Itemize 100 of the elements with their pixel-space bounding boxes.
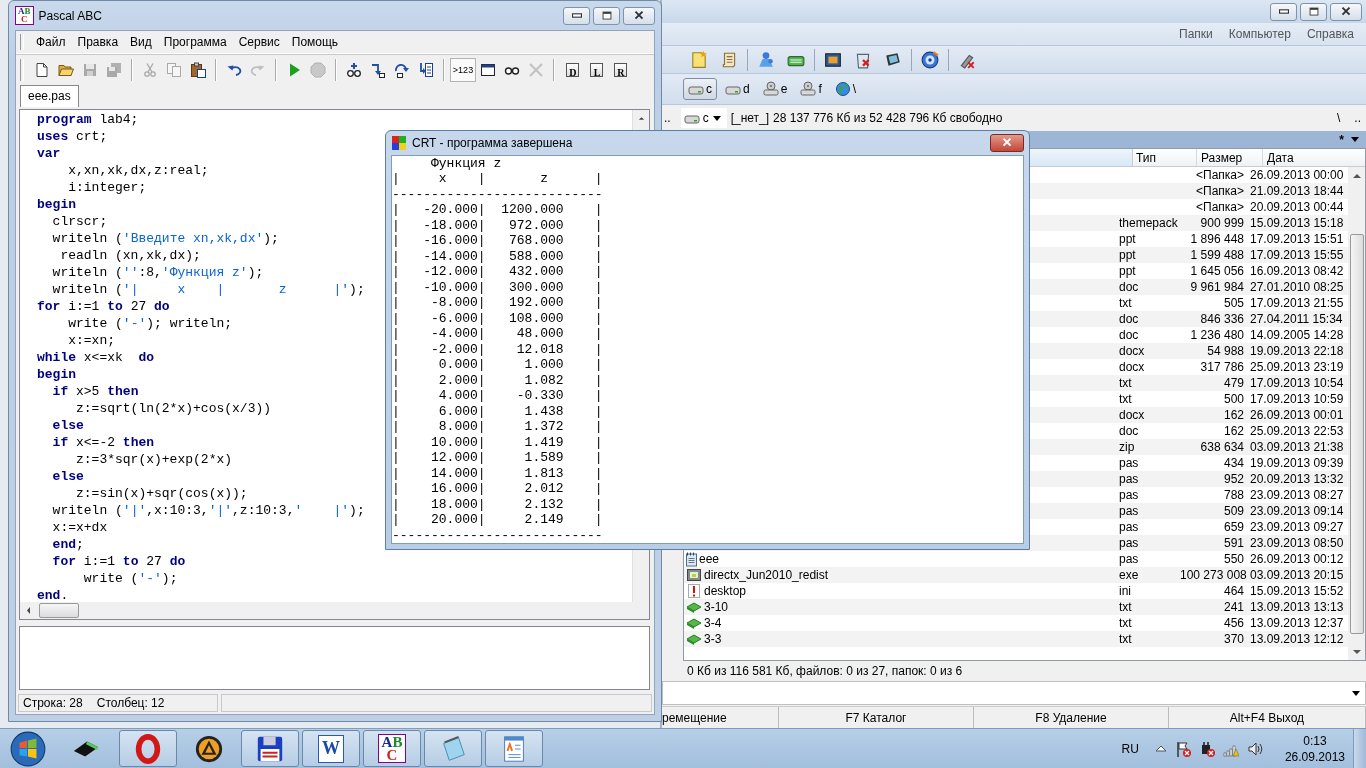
close-button[interactable] <box>990 133 1024 152</box>
table-cell-text: 25.09.2013 22:53 <box>1249 423 1345 439</box>
table-cell-text: 20.09.2013 00:44 <box>1249 199 1345 215</box>
table-cell-text: doc <box>1118 423 1140 439</box>
table-cell-text: 1 645 056 <box>1189 263 1245 279</box>
table-cell-text: 23.09.2013 09:14 <box>1249 503 1345 519</box>
code-line: writeln ('| x | z |'); <box>51 281 365 298</box>
table-cell-text: txt <box>1118 615 1133 631</box>
floppy-icon <box>82 62 98 78</box>
file-name: 3-3 <box>704 631 722 647</box>
parent-folder-button[interactable]: .. <box>664 111 671 125</box>
copy-icon <box>166 62 182 78</box>
caret-icon <box>1351 647 1362 656</box>
document-icon: W <box>318 734 344 763</box>
output-line: | -2.000| 12.018 | <box>392 341 603 357</box>
file-row[interactable]: desktop ini 464 15.09.2013 15:52 <box>684 583 1348 599</box>
maximize-button[interactable] <box>1300 2 1327 21</box>
table-cell-text: 13.09.2013 12:12 <box>1249 631 1345 647</box>
file-row[interactable]: directx_Jun2010_redist exe 100 273 008 03.09.2013 20:15 <box>684 567 1348 583</box>
exclamation-icon <box>686 583 702 599</box>
column-header[interactable]: Дата <box>1263 149 1365 166</box>
scrollbar-thumb[interactable] <box>1349 234 1364 634</box>
curved-arrow-icon <box>394 62 410 78</box>
function-key-button[interactable]: ремещение <box>662 707 779 728</box>
table-cell-text: 1 599 488 <box>1189 247 1245 263</box>
code-line: write ('-'); <box>82 570 178 587</box>
drive-dropdown[interactable]: c <box>680 108 727 128</box>
clock-time[interactable]: 0:13 <box>1303 732 1327 749</box>
maximize-button[interactable] <box>593 6 620 25</box>
table-cell-text: txt <box>1118 295 1133 311</box>
output-line: | -4.000| 48.000 | <box>392 326 603 342</box>
table-cell-text: exe <box>1118 567 1140 583</box>
minimize-icon <box>571 13 582 18</box>
table-cell-text: txt <box>1118 599 1133 615</box>
menu-item[interactable]: Помощь <box>285 33 345 51</box>
table-cell-text: 9 961 984 <box>1189 279 1245 295</box>
drive-button[interactable]: f <box>795 78 827 100</box>
flag-x-icon <box>1174 740 1191 757</box>
code-line: begin <box>37 196 76 213</box>
menu-item[interactable]: Файл <box>30 33 72 51</box>
table-cell: 100 273 008 <box>1180 567 1246 583</box>
table-cell-text: 13.09.2013 12:37 <box>1249 615 1345 631</box>
table-cell-text: 17.09.2013 15:55 <box>1249 247 1345 263</box>
table-cell-text: 1 236 480 <box>1189 327 1245 343</box>
taskbar-button[interactable] <box>241 730 299 767</box>
minimize-button[interactable] <box>563 6 590 25</box>
table-cell-text: 26.09.2013 00:00 <box>1249 167 1345 183</box>
code-line: else <box>51 468 84 485</box>
code-line: z:=3*sqr(x)+exp(2*x) <box>75 451 233 468</box>
menu-item[interactable]: Справка <box>1306 27 1354 41</box>
menu-item[interactable]: Папки <box>1179 27 1213 41</box>
table-cell-text: 550 <box>1222 551 1245 567</box>
file-row[interactable]: 3-10 txt 241 13.09.2013 13:13 <box>684 599 1348 615</box>
file-row[interactable]: eee pas 550 26.09.2013 00:12 <box>684 551 1348 567</box>
taskbar-button[interactable]: W <box>302 730 360 767</box>
page-letter-button[interactable]: R <box>608 58 632 82</box>
file-tab[interactable]: eee.pas <box>20 85 79 107</box>
menu-item[interactable]: Вид <box>124 33 158 51</box>
menu-item[interactable]: Программа <box>157 33 233 51</box>
close-button[interactable] <box>1330 2 1362 21</box>
command-line-field[interactable] <box>662 681 1366 705</box>
clipboard-icon <box>190 62 206 78</box>
column-header[interactable]: Размер <box>1197 149 1263 166</box>
installer-icon <box>686 567 702 583</box>
taskbar-button[interactable]: ABC <box>363 730 421 767</box>
page-letter-button[interactable]: D <box>560 58 584 82</box>
table-cell-text: 26.09.2013 00:01 <box>1249 407 1345 423</box>
file-name: directx_Jun2010_redist <box>704 567 829 583</box>
menu-item[interactable]: Компьютер <box>1228 27 1291 41</box>
disc-drive-icon <box>762 81 779 97</box>
output-line: | 10.000| 1.419 | <box>392 434 603 450</box>
table-cell-text: doc <box>1118 279 1140 295</box>
parent-folder-button[interactable]: .. <box>1349 111 1366 125</box>
drive-button[interactable]: e <box>757 78 793 100</box>
drive-button[interactable]: d <box>720 78 755 100</box>
code-line: end. <box>37 587 69 602</box>
table-cell-text: 27.04.2011 15:34 <box>1249 311 1344 327</box>
code-line: i:integer; <box>67 179 147 196</box>
clock-date[interactable]: 26.09.2013 <box>1284 748 1345 765</box>
table-cell-text: 638 634 <box>1199 439 1245 455</box>
file-row[interactable]: 3-4 txt 456 13.09.2013 12:37 <box>684 615 1348 631</box>
table-cell-text: 26.09.2013 00:12 <box>1249 551 1345 567</box>
file-row[interactable]: 3-3 txt 370 13.09.2013 12:12 <box>684 631 1348 647</box>
table-cell-text: 456 <box>1222 615 1245 631</box>
scrollbar-thumb[interactable] <box>39 603 79 618</box>
minimize-icon <box>1278 9 1289 14</box>
drive-button[interactable]: \ <box>829 78 862 100</box>
column-header[interactable]: Тип <box>1133 149 1197 166</box>
page-letter-button[interactable]: L <box>584 58 608 82</box>
drive-button[interactable]: c <box>683 78 717 100</box>
code-line: var <box>37 145 61 162</box>
minimize-button[interactable] <box>1270 2 1297 21</box>
language-indicator[interactable]: RU <box>1121 741 1139 756</box>
close-button[interactable] <box>623 6 655 25</box>
root-button[interactable]: \ <box>1332 111 1346 125</box>
menu-item[interactable]: Сервис <box>232 33 286 51</box>
filter-button[interactable]: * <box>1339 132 1344 147</box>
menu-item[interactable]: Правка <box>71 33 125 51</box>
table-cell-text: 16.09.2013 08:42 <box>1249 263 1345 279</box>
output-button[interactable]: >123 <box>450 58 476 82</box>
